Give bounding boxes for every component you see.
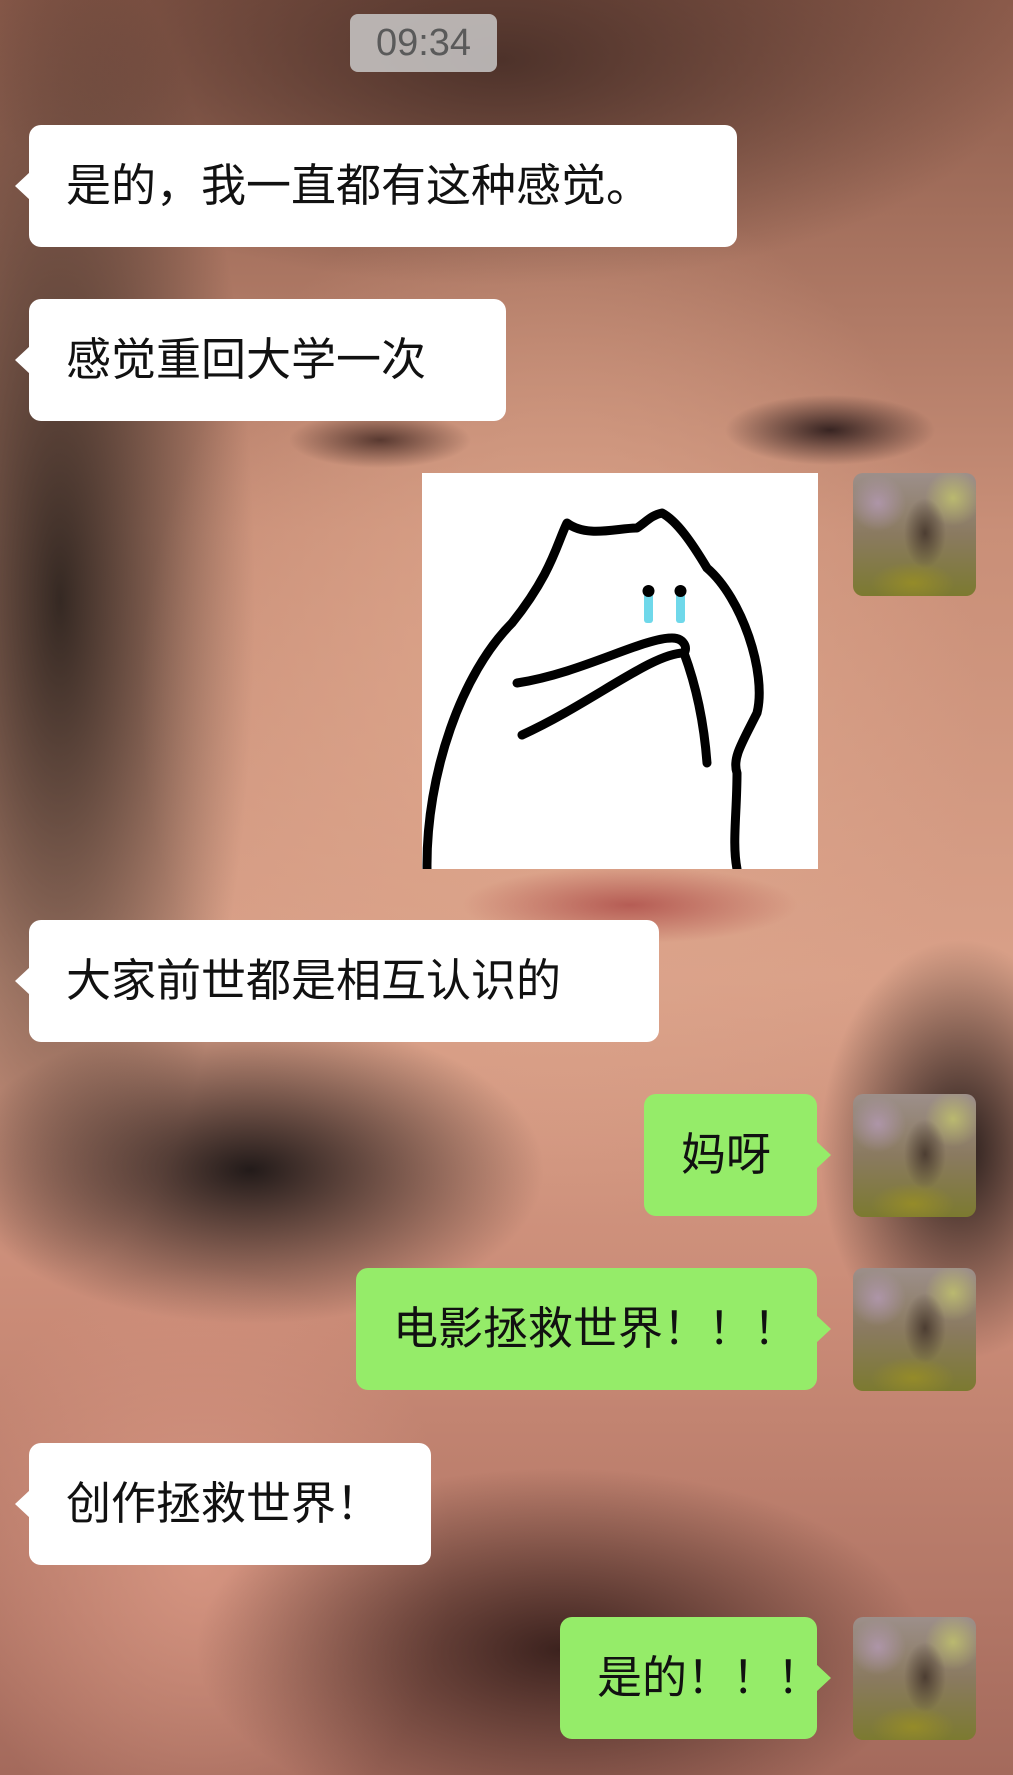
avatar[interactable] xyxy=(853,1094,976,1217)
avatar[interactable] xyxy=(853,473,976,596)
avatar[interactable] xyxy=(853,1268,976,1391)
message-bubble-outgoing[interactable]: 是的！！！ xyxy=(560,1617,831,1739)
message-bubble-outgoing[interactable]: 妈呀 xyxy=(644,1094,831,1216)
tear-icon xyxy=(644,593,653,623)
message-bubble-incoming[interactable]: 感觉重回大学一次 xyxy=(15,299,506,421)
crying-cat-sticker[interactable] xyxy=(422,473,818,869)
message-bubble-incoming[interactable]: 大家前世都是相互认识的 xyxy=(15,920,659,1042)
eye-icon xyxy=(642,585,655,597)
message-bubble-incoming[interactable]: 是的，我一直都有这种感觉。 xyxy=(15,125,737,247)
eye-icon xyxy=(674,585,687,597)
timestamp-badge: 09:34 xyxy=(350,14,497,72)
tear-icon xyxy=(676,593,685,623)
message-bubble-outgoing[interactable]: 电影拯救世界！！！ xyxy=(356,1268,831,1390)
message-bubble-incoming[interactable]: 创作拯救世界！ xyxy=(15,1443,431,1565)
avatar[interactable] xyxy=(853,1617,976,1740)
